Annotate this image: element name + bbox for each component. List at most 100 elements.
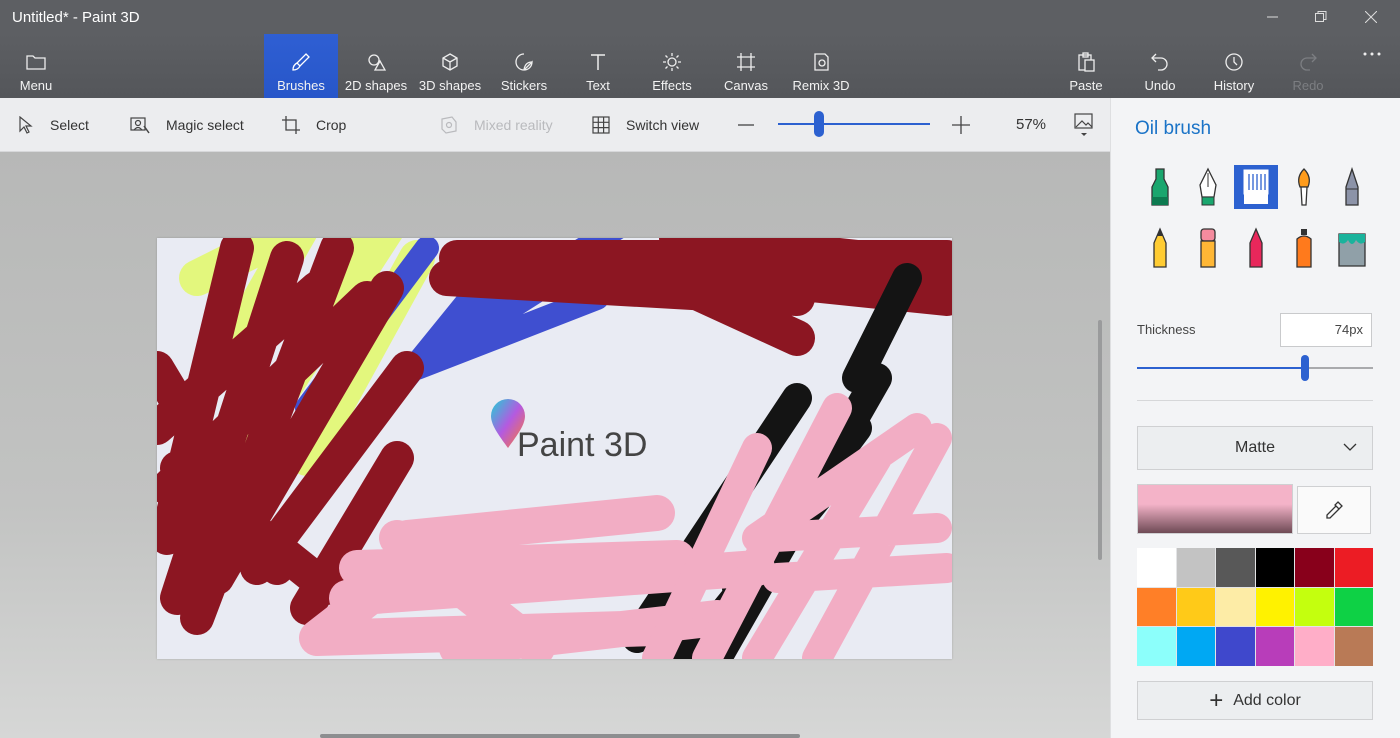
redo-button[interactable]: Redo: [1272, 34, 1344, 98]
thickness-slider-thumb[interactable]: [1301, 355, 1309, 381]
crop-label: Crop: [316, 116, 347, 133]
palette-swatch[interactable]: [1255, 627, 1294, 666]
magic-select-button[interactable]: Magic select: [130, 98, 244, 151]
palette-swatch[interactable]: [1334, 548, 1373, 587]
brush-watercolor[interactable]: [1282, 165, 1326, 209]
brush-calligraphy-pen[interactable]: [1186, 165, 1230, 209]
eraser-icon: [1200, 228, 1216, 268]
tab-3d-shapes[interactable]: 3D shapes: [414, 34, 486, 98]
palette-swatch[interactable]: [1334, 587, 1373, 627]
drawing-canvas[interactable]: Paint 3D: [157, 238, 952, 659]
2d-shapes-icon: [368, 54, 386, 71]
restore-button[interactable]: [1298, 0, 1344, 34]
palette-swatch[interactable]: [1334, 627, 1373, 666]
tab-stickers[interactable]: Stickers: [488, 34, 560, 98]
mixed-reality-icon: [441, 115, 457, 134]
mixed-reality-button[interactable]: Mixed reality: [440, 98, 553, 151]
palette-swatch[interactable]: [1176, 587, 1215, 627]
undo-label: Undo: [1144, 78, 1176, 93]
zoom-slider-thumb[interactable]: [814, 111, 824, 137]
select-button[interactable]: Select: [18, 98, 89, 151]
zoom-out-button[interactable]: [738, 98, 754, 151]
palette-swatch[interactable]: [1216, 627, 1255, 666]
panel-title: Oil brush: [1135, 118, 1212, 139]
brush-marker[interactable]: [1138, 165, 1182, 209]
sun-icon: [663, 53, 681, 71]
tab-effects[interactable]: Effects: [636, 34, 708, 98]
minus-icon: [738, 123, 754, 126]
finish-dropdown[interactable]: Matte: [1137, 426, 1373, 470]
redo-icon: [1300, 53, 1317, 71]
zoom-in-button[interactable]: [952, 98, 970, 151]
palette-swatch[interactable]: [1255, 548, 1294, 587]
crayon-icon: [1249, 227, 1263, 268]
palette-swatch[interactable]: [1295, 627, 1334, 666]
palette-swatch[interactable]: [1176, 548, 1215, 587]
minimize-button[interactable]: [1250, 0, 1296, 34]
eyedropper-button[interactable]: [1297, 486, 1371, 534]
more-button[interactable]: [1350, 34, 1394, 98]
thickness-slider[interactable]: [1137, 355, 1373, 381]
thickness-label: Thickness: [1137, 322, 1196, 337]
chevron-down-icon: [1343, 443, 1357, 451]
switch-view-button[interactable]: Switch view: [592, 98, 699, 151]
sub-toolbar: Select Magic select Crop Mixed reality S…: [0, 98, 1110, 152]
palette-swatch[interactable]: [1137, 548, 1176, 587]
close-button[interactable]: [1348, 0, 1394, 34]
menu-label: Menu: [19, 78, 53, 93]
brush-eraser[interactable]: [1186, 226, 1230, 270]
palette-swatch[interactable]: [1137, 627, 1176, 666]
grid-icon: [592, 115, 610, 134]
brush-oil[interactable]: [1234, 165, 1278, 209]
palette-swatch[interactable]: [1295, 548, 1334, 587]
vertical-scrollbar[interactable]: [1098, 320, 1102, 560]
close-icon: [1365, 11, 1377, 23]
horizontal-scrollbar[interactable]: [320, 734, 800, 738]
eyedropper-icon: [1326, 501, 1343, 519]
thickness-input[interactable]: 74px: [1280, 313, 1372, 347]
undo-button[interactable]: Undo: [1124, 34, 1196, 98]
current-color-swatch[interactable]: [1137, 484, 1293, 534]
color-palette: [1137, 548, 1373, 666]
text-icon: [591, 54, 605, 70]
folder-icon: [26, 55, 46, 70]
palette-swatch[interactable]: [1137, 587, 1176, 627]
menu-button[interactable]: Menu: [0, 34, 72, 98]
tab-canvas[interactable]: Canvas: [710, 34, 782, 98]
paste-button[interactable]: Paste: [1050, 34, 1122, 98]
palette-swatch[interactable]: [1216, 548, 1255, 587]
paste-label: Paste: [1069, 78, 1103, 93]
brush-pixel-pen[interactable]: [1330, 165, 1374, 209]
paste-icon: [1078, 52, 1095, 72]
pencil-icon: [1153, 227, 1167, 268]
palette-swatch[interactable]: [1295, 587, 1334, 627]
brush-icon: [292, 53, 310, 71]
tab-brushes[interactable]: Brushes: [264, 34, 338, 98]
mixed-reality-label: Mixed reality: [474, 116, 553, 133]
paint3d-logo-text: Paint 3D: [517, 426, 648, 464]
tab-remix-3d-label: Remix 3D: [792, 78, 850, 93]
pixel-pen-icon: [1345, 167, 1359, 206]
crop-button[interactable]: Crop: [282, 98, 346, 151]
palette-swatch[interactable]: [1216, 587, 1255, 627]
history-button[interactable]: History: [1198, 34, 1270, 98]
tab-remix-3d[interactable]: Remix 3D: [784, 34, 858, 98]
brush-fill[interactable]: [1330, 226, 1374, 270]
divider: [1137, 400, 1373, 401]
brush-crayon[interactable]: [1234, 226, 1278, 270]
add-color-button[interactable]: + Add color: [1137, 681, 1373, 720]
tab-stickers-label: Stickers: [500, 78, 548, 93]
image-view-button[interactable]: [1074, 98, 1094, 151]
history-icon: [1225, 53, 1243, 71]
plus-icon: +: [1209, 686, 1224, 714]
tab-2d-shapes[interactable]: 2D shapes: [340, 34, 412, 98]
undo-icon: [1151, 53, 1168, 71]
tab-text[interactable]: Text: [562, 34, 634, 98]
brush-pencil[interactable]: [1138, 226, 1182, 270]
brush-spray-can[interactable]: [1282, 226, 1326, 270]
zoom-level: 57%: [1016, 116, 1047, 133]
palette-swatch[interactable]: [1176, 627, 1215, 666]
zoom-slider[interactable]: [778, 111, 930, 137]
finish-value: Matte: [1234, 439, 1275, 456]
palette-swatch[interactable]: [1255, 587, 1294, 627]
